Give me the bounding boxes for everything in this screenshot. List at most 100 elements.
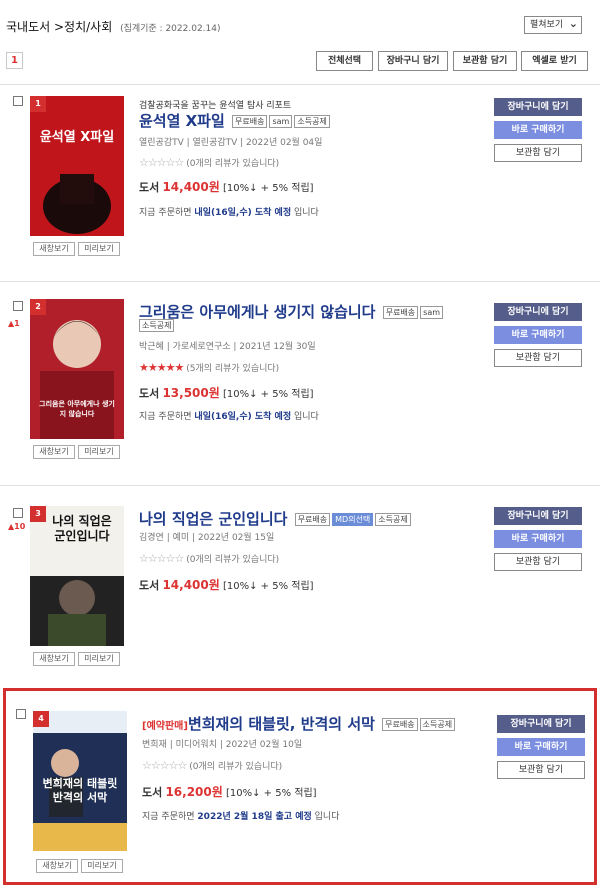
delivery-post: 입니다 [293, 208, 319, 218]
cover-title: 변희재의 태블릿 반격의 서막 [42, 777, 118, 804]
breadcrumb: 국내도서 >정치/사회 (집계기준 : 2022.02.14) [6, 18, 221, 35]
delivery-post: 입니다 [293, 412, 319, 422]
divider [0, 281, 600, 282]
add-to-cart-button[interactable]: 장바구니에 담기 [494, 98, 582, 116]
new-window-button[interactable]: 새창보기 [33, 445, 75, 459]
book-cover[interactable]: 3 나의 직업은 군인입니다 [30, 506, 124, 646]
rating: ☆☆☆☆☆ (0개의 리뷰가 있습니다) [142, 759, 282, 772]
preview-button[interactable]: 미리보기 [81, 859, 123, 873]
book-title[interactable]: 그리움은 아무에게나 생기지 않습니다 [139, 303, 375, 321]
tag-tax-deduction: 소득공제 [375, 513, 411, 526]
price-label: 도서 [139, 387, 160, 400]
cover-title: 윤석열 X파일 [39, 130, 115, 145]
price-label: 도서 [139, 181, 160, 194]
toolbar-row: 1 전체선택 장바구니 담기 보관함 담기 엑셀로 받기 [6, 51, 588, 72]
rating: ☆☆☆☆☆ (0개의 리뷰가 있습니다) [139, 156, 279, 169]
book-title[interactable]: 윤석열 X파일 [139, 112, 225, 130]
new-window-button[interactable]: 새창보기 [36, 859, 78, 873]
book-cover[interactable]: 4 변희재의 태블릿 반격의 서막 [33, 711, 127, 851]
add-to-cart-button[interactable]: 장바구니에 담기 [494, 507, 582, 525]
book-meta: 김경연 | 예미 | 2022년 02월 15일 [139, 533, 275, 543]
select-checkbox[interactable] [13, 301, 23, 311]
export-excel-button[interactable]: 엑셀로 받기 [521, 51, 588, 71]
book-cover[interactable]: 2 그리움은 아무에게나 생기지 않습니다 [30, 299, 124, 439]
keep-button[interactable]: 보관함 담기 [494, 349, 582, 367]
star-icon: ☆☆☆☆☆ [139, 552, 184, 565]
price-label: 도서 [139, 579, 160, 592]
preview-button[interactable]: 미리보기 [78, 445, 120, 459]
discount-info: [10%↓ + 5% 적립] [222, 389, 314, 400]
review-count[interactable]: (0개의 리뷰가 있습니다) [186, 159, 279, 169]
rank-change: ▲10 [8, 522, 26, 531]
delivery-date: 2022년 2월 18일 출고 예정 [197, 812, 312, 822]
tag-free-shipping: 무료배송 [382, 718, 418, 731]
cover-title: 그리움은 아무에게나 생기지 않습니다 [39, 400, 115, 418]
book-meta: 박근혜 | 가로세로연구소 | 2021년 12월 30일 [139, 342, 316, 352]
divider [0, 485, 600, 486]
book-title-row: 나의 직업은 군인입니다 무료배송 MD의선택 소득공제 [139, 508, 411, 529]
delivery-date: 내일(16일,수) 도착 예정 [194, 412, 292, 422]
chevron-down-icon: ⌄ [568, 17, 578, 30]
book-title[interactable]: 나의 직업은 군인입니다 [139, 510, 287, 528]
rating: ★★★★★ (5개의 리뷰가 있습니다) [139, 361, 279, 374]
add-locker-button[interactable]: 보관함 담기 [453, 51, 517, 71]
price-amount: 14,400원 [162, 578, 220, 592]
new-window-button[interactable]: 새창보기 [33, 652, 75, 666]
buy-now-button[interactable]: 바로 구매하기 [494, 326, 582, 344]
keep-button[interactable]: 보관함 담기 [497, 761, 585, 779]
price-row: 도서 14,400원 [10%↓ + 5% 적립] [139, 178, 314, 195]
select-all-button[interactable]: 전체선택 [316, 51, 373, 71]
new-window-button[interactable]: 새창보기 [33, 242, 75, 256]
rank-badge: 2 [30, 299, 46, 315]
view-mode-select[interactable]: 펼쳐보기 ⌄ [524, 16, 582, 34]
book-title[interactable]: 변희재의 태블릿, 반격의 서막 [188, 715, 375, 733]
book-item-1: 1 윤석열 X파일 새창보기 미리보기 검찰공화국을 꿈꾸는 윤석열 탐사 리포… [0, 90, 600, 280]
tag-sam: sam [269, 115, 293, 128]
presale-label: [예약판매] [142, 721, 188, 732]
breadcrumb-text: 국내도서 >정치/사회 [6, 20, 113, 34]
keep-button[interactable]: 보관함 담기 [494, 553, 582, 571]
delivery-info: 지금 주문하면 2022년 2월 18일 출고 예정 입니다 [142, 809, 339, 822]
delivery-info: 지금 주문하면 내일(16일,수) 도착 예정 입니다 [139, 409, 319, 422]
book-title-row: 그리움은 아무에게나 생기지 않습니다 무료배송 sam [139, 301, 444, 322]
add-to-cart-button[interactable]: 장바구니에 담기 [497, 715, 585, 733]
review-count[interactable]: (0개의 리뷰가 있습니다) [189, 762, 282, 772]
keep-button[interactable]: 보관함 담기 [494, 144, 582, 162]
select-checkbox[interactable] [16, 709, 26, 719]
buy-now-button[interactable]: 바로 구매하기 [494, 121, 582, 139]
price-amount: 14,400원 [162, 180, 220, 194]
preview-button[interactable]: 미리보기 [78, 242, 120, 256]
select-checkbox[interactable] [13, 96, 23, 106]
price-row: 도서 13,500원 [10%↓ + 5% 적립] [139, 384, 314, 401]
preview-button[interactable]: 미리보기 [78, 652, 120, 666]
price-amount: 16,200원 [165, 785, 223, 799]
rank-badge: 4 [33, 711, 49, 727]
star-icon: ★★★★★ [139, 361, 184, 374]
tag-tax-deduction: 소득공제 [139, 319, 175, 332]
cover-art [30, 96, 124, 236]
discount-info: [10%↓ + 5% 적립] [222, 581, 314, 592]
buy-now-button[interactable]: 바로 구매하기 [494, 530, 582, 548]
add-cart-button[interactable]: 장바구니 담기 [378, 51, 448, 71]
price-label: 도서 [142, 786, 163, 799]
tag-tax-deduction: 소득공제 [294, 115, 330, 128]
delivery-post: 입니다 [314, 812, 340, 822]
review-count[interactable]: (0개의 리뷰가 있습니다) [186, 555, 279, 565]
page-number[interactable]: 1 [6, 52, 23, 69]
book-cover[interactable]: 1 윤석열 X파일 [30, 96, 124, 236]
star-icon: ☆☆☆☆☆ [142, 759, 187, 772]
page-header: 국내도서 >정치/사회 (집계기준 : 2022.02.14) 펼쳐보기 ⌄ [0, 0, 600, 45]
book-meta: 변희재 | 미디어워치 | 2022년 02월 10일 [142, 740, 303, 750]
book-item-4: 4 변희재의 태블릿 반격의 서막 새창보기 미리보기 [예약판매]변희재의 태… [3, 688, 597, 885]
delivery-pre: 지금 주문하면 [139, 208, 192, 218]
select-checkbox[interactable] [13, 508, 23, 518]
rating: ☆☆☆☆☆ (0개의 리뷰가 있습니다) [139, 552, 279, 565]
ranking-basis-date: (집계기준 : 2022.02.14) [120, 24, 221, 34]
delivery-pre: 지금 주문하면 [142, 812, 195, 822]
add-to-cart-button[interactable]: 장바구니에 담기 [494, 303, 582, 321]
discount-info: [10%↓ + 5% 적립] [225, 788, 317, 799]
book-item-3: ▲10 3 나의 직업은 군인입니다 새창보기 미리보기 나의 직업은 군인입니… [0, 500, 600, 675]
review-count[interactable]: (5개의 리뷰가 있습니다) [186, 364, 279, 374]
book-title-row: 윤석열 X파일 무료배송 sam 소득공제 [139, 110, 330, 131]
buy-now-button[interactable]: 바로 구매하기 [497, 738, 585, 756]
